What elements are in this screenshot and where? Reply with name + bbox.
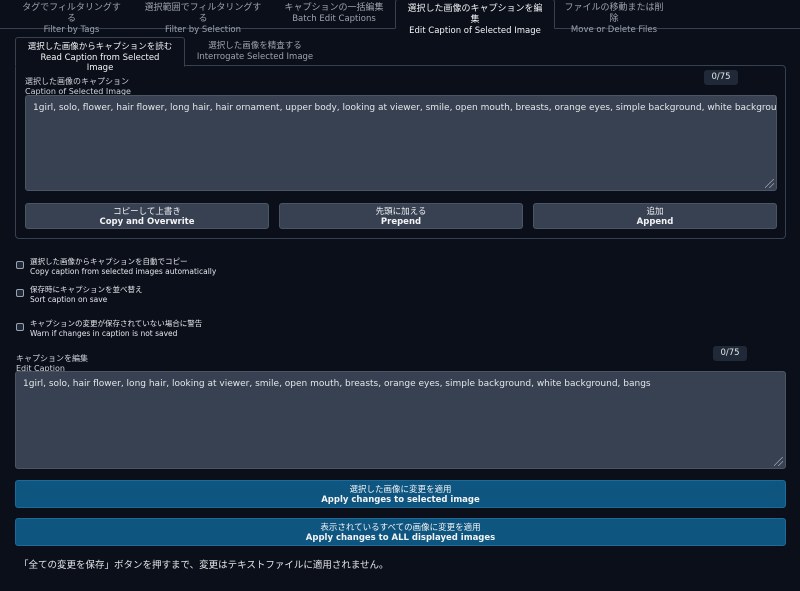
button-label-jp: 先頭に加える — [375, 207, 427, 217]
tab-label-jp: ファイルの移動または削除 — [564, 3, 664, 24]
append-button[interactable]: 追加 Append — [533, 203, 777, 229]
button-label-jp: 選択した画像に変更を適用 — [349, 485, 452, 495]
tab-label-en: Read Caption from Selected Image — [40, 52, 160, 74]
option-sort-on-save: 保存時にキャプションを並べ替え Sort caption on save — [16, 285, 143, 304]
edit-caption-textarea[interactable]: 1girl, solo, hair flower, long hair, loo… — [15, 371, 786, 469]
option-label-jp: 選択した画像からキャプションを自動でコピー — [30, 257, 188, 266]
tab-interrogate-image[interactable]: 選択した画像を精査する Interrogate Selected Image — [185, 37, 325, 66]
tab-label-en: Edit Caption of Selected Image — [409, 26, 541, 36]
option-text: 保存時にキャプションを並べ替え Sort caption on save — [30, 285, 143, 304]
button-label-en: Apply changes to selected image — [321, 495, 480, 505]
apply-to-selected-button[interactable]: 選択した画像に変更を適用 Apply changes to selected i… — [15, 480, 786, 508]
tab-read-caption[interactable]: 選択した画像からキャプションを読む Read Caption from Sele… — [15, 37, 185, 73]
option-label-en: Warn if changes in caption is not saved — [30, 328, 178, 338]
option-label-en: Sort caption on save — [30, 294, 108, 304]
tab-label-en: Batch Edit Captions — [292, 14, 376, 24]
resize-handle-icon[interactable] — [765, 179, 774, 188]
selected-caption-textarea[interactable]: 1girl, solo, flower, hair flower, long h… — [25, 95, 777, 191]
resize-handle-icon[interactable] — [774, 457, 783, 466]
option-label-jp: 保存時にキャプションを並べ替え — [30, 285, 143, 294]
auto-copy-checkbox[interactable] — [16, 261, 24, 269]
edit-caption-token-counter: 0/75 — [713, 346, 747, 361]
button-label-en: Append — [636, 217, 674, 227]
tab-filter-by-selection[interactable]: 選択範囲でフィルタリングする Filter by Selection — [133, 0, 273, 35]
tab-batch-edit-captions[interactable]: キャプションの一括編集 Batch Edit Captions — [273, 0, 395, 28]
save-notice-text: 「全ての変更を保存」ボタンを押すまで、変更はテキストファイルに適用されません。 — [19, 560, 389, 571]
tab-label-en: Filter by Tags — [43, 25, 100, 35]
selected-caption-text: 1girl, solo, flower, hair flower, long h… — [33, 103, 777, 113]
prepend-button[interactable]: 先頭に加える Prepend — [279, 203, 523, 229]
tab-label-jp: 選択した画像のキャプションを編集 — [407, 4, 543, 25]
option-label-en: Copy caption from selected images automa… — [30, 266, 217, 276]
tab-label-jp: 選択範囲でフィルタリングする — [144, 3, 262, 24]
tab-label-jp: 選択した画像を精査する — [208, 41, 302, 51]
option-warn-unsaved: キャプションの変更が保存されていない場合に警告 Warn if changes … — [16, 319, 202, 338]
read-caption-panel: 選択した画像のキャプション Caption of Selected Image … — [15, 65, 786, 239]
button-label-en: Prepend — [380, 217, 422, 227]
tab-label-jp: タグでフィルタリングする — [22, 3, 121, 24]
option-text: 選択した画像からキャプションを自動でコピー Copy caption from … — [30, 257, 216, 276]
tab-label-en: Move or Delete Files — [570, 25, 658, 35]
sub-tab-bar: 選択した画像からキャプションを読む Read Caption from Sele… — [15, 37, 785, 73]
warn-unsaved-checkbox[interactable] — [16, 323, 24, 331]
apply-to-all-button[interactable]: 表示されているすべての画像に変更を適用 Apply changes to ALL… — [15, 518, 786, 546]
tab-move-or-delete-files[interactable]: ファイルの移動または削除 Move or Delete Files — [555, 0, 673, 35]
button-label-en: Apply changes to ALL displayed images — [305, 533, 496, 543]
tab-label-jp: キャプションの一括編集 — [284, 3, 384, 13]
label-jp: 選択した画像のキャプション — [25, 77, 129, 86]
tab-label-en: Interrogate Selected Image — [196, 51, 314, 62]
button-label-jp: 表示されているすべての画像に変更を適用 — [320, 523, 481, 533]
option-text: キャプションの変更が保存されていない場合に警告 Warn if changes … — [30, 319, 202, 338]
button-label-en: Copy and Overwrite — [99, 217, 195, 227]
tab-filter-by-tags[interactable]: タグでフィルタリングする Filter by Tags — [10, 0, 133, 35]
button-label-jp: コピーして上書き — [113, 207, 181, 217]
top-tab-bar: タグでフィルタリングする Filter by Tags 選択範囲でフィルタリング… — [0, 0, 800, 36]
option-auto-copy: 選択した画像からキャプションを自動でコピー Copy caption from … — [16, 257, 216, 276]
copy-and-overwrite-button[interactable]: コピーして上書き Copy and Overwrite — [25, 203, 269, 229]
option-label-jp: キャプションの変更が保存されていない場合に警告 — [30, 319, 203, 328]
label-jp: キャプションを編集 — [16, 354, 88, 363]
tab-edit-caption-of-selected-image[interactable]: 選択した画像のキャプションを編集 Edit Caption of Selecte… — [395, 0, 555, 36]
selected-caption-label: 選択した画像のキャプション Caption of Selected Image — [25, 77, 131, 96]
edit-caption-text: 1girl, solo, hair flower, long hair, loo… — [23, 379, 651, 389]
sort-on-save-checkbox[interactable] — [16, 289, 24, 297]
tab-label-jp: 選択した画像からキャプションを読む — [27, 42, 173, 52]
button-label-jp: 追加 — [646, 207, 664, 217]
selected-caption-token-counter: 0/75 — [704, 70, 738, 85]
tab-label-en: Filter by Selection — [164, 25, 242, 35]
